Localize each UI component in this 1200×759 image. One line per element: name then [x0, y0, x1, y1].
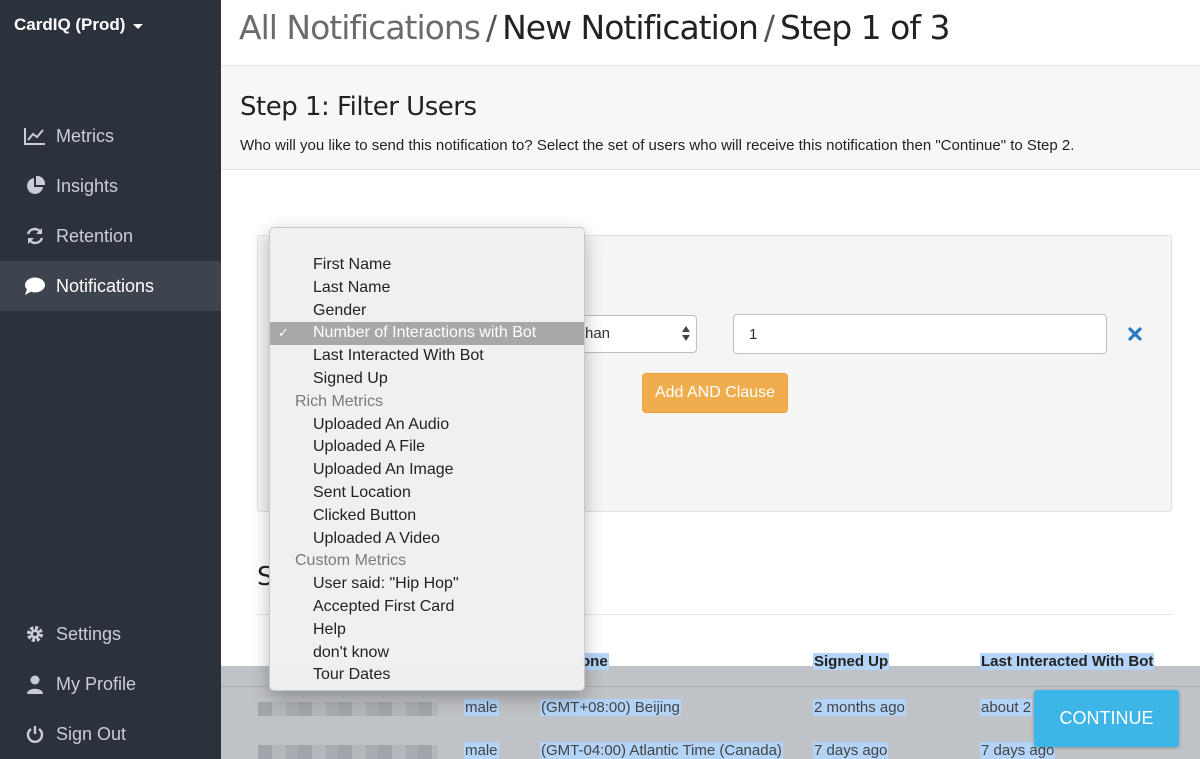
menu-item[interactable]: don't know [270, 642, 584, 665]
redacted-user-name [258, 702, 438, 716]
menu-item-selected[interactable]: ✓ Number of Interactions with Bot [270, 322, 584, 346]
sidebar-item-insights[interactable]: Insights [0, 161, 221, 211]
checkmark-icon: ✓ [278, 325, 289, 341]
menu-item[interactable]: Uploaded A Video [270, 528, 584, 551]
sidebar-nav: Metrics Insights Retention Notifications [0, 111, 221, 311]
breadcrumb-new-notification: New Notification [502, 8, 759, 47]
menu-item[interactable]: First Name [270, 254, 584, 277]
power-icon [24, 723, 46, 745]
sidebar-item-settings[interactable]: Settings [0, 609, 221, 659]
menu-item[interactable]: Clicked Button [270, 505, 584, 528]
menu-item[interactable]: Last Name [270, 277, 584, 300]
column-header-last-interacted[interactable]: Last Interacted With Bot [980, 653, 1155, 670]
sidebar-item-label: Notifications [56, 275, 155, 296]
sidebar: CardIQ (Prod) Metrics Insights Retention [0, 0, 221, 759]
breadcrumb-step: Step 1 of 3 [780, 8, 950, 47]
menu-item[interactable]: Signed Up [270, 368, 584, 391]
cell-signed-up: 7 days ago [813, 742, 889, 759]
menu-group-label: Rich Metrics [295, 392, 384, 410]
cell-gender: male [464, 699, 499, 716]
sidebar-item-label: Sign Out [56, 723, 127, 744]
column-header-signed-up[interactable]: Signed Up [813, 653, 890, 670]
menu-item[interactable]: Gender [270, 300, 584, 323]
org-switcher[interactable]: CardIQ (Prod) [14, 15, 144, 35]
continue-button[interactable]: CONTINUE [1034, 690, 1179, 747]
select-arrows-icon [682, 326, 690, 342]
breadcrumb-separator: / [485, 8, 497, 47]
sidebar-item-my-profile[interactable]: My Profile [0, 659, 221, 709]
close-icon [1128, 327, 1142, 341]
breadcrumb-separator: / [763, 8, 775, 47]
field-dropdown-menu: First Name Last Name Gender ✓ Number of … [269, 227, 585, 691]
menu-item[interactable]: Sent Location [270, 482, 584, 505]
sidebar-item-label: Metrics [56, 125, 114, 146]
sidebar-item-retention[interactable]: Retention [0, 211, 221, 261]
sidebar-item-label: My Profile [56, 673, 137, 694]
gear-icon [24, 623, 46, 645]
sidebar-item-sign-out[interactable]: Sign Out [0, 709, 221, 759]
sidebar-item-notifications[interactable]: Notifications [0, 261, 221, 311]
cell-signed-up: 2 months ago [813, 699, 906, 716]
page-title: Step 1: Filter Users [240, 92, 477, 122]
page-header: All Notifications / New Notification / Step … [221, 0, 1200, 66]
menu-item[interactable]: Uploaded An Image [270, 459, 584, 482]
line-chart-icon [24, 125, 46, 147]
cell-gender: male [464, 742, 499, 759]
refresh-icon [24, 225, 46, 247]
menu-item[interactable]: Uploaded A File [270, 436, 584, 459]
user-icon [24, 673, 46, 695]
sidebar-item-label: Settings [56, 623, 122, 644]
filter-value-input[interactable] [733, 314, 1107, 354]
step-description: Who will you like to send this notificat… [240, 137, 1075, 154]
sidebar-item-label: Insights [56, 175, 119, 196]
sidebar-item-label: Retention [56, 225, 134, 246]
cell-timezone: (GMT+08:00) Beijing [540, 699, 681, 716]
menu-item[interactable]: Help [270, 619, 584, 642]
comment-icon [24, 275, 46, 297]
cell-last-interacted: about 2 [980, 699, 1033, 716]
menu-item[interactable]: Accepted First Card [270, 596, 584, 619]
sidebar-item-metrics[interactable]: Metrics [0, 111, 221, 161]
redacted-user-name [258, 745, 438, 759]
step-header: Step 1: Filter Users Who will you like t… [221, 66, 1200, 170]
menu-group-label: Custom Metrics [295, 552, 407, 570]
caret-down-icon [133, 23, 144, 29]
cell-timezone: (GMT-04:00) Atlantic Time (Canada) [540, 742, 783, 759]
sidebar-bottom-nav: Settings My Profile Sign Out [0, 609, 221, 759]
menu-item[interactable]: Tour Dates [270, 664, 584, 687]
breadcrumb-all-notifications[interactable]: All Notifications [239, 8, 481, 47]
pie-chart-icon [24, 175, 46, 197]
operator-select-value: han [585, 325, 611, 342]
menu-item[interactable]: Uploaded An Audio [270, 414, 584, 437]
org-name: CardIQ (Prod) [14, 15, 126, 34]
breadcrumb: All Notifications / New Notification / Step … [239, 8, 950, 47]
add-and-clause-button[interactable]: Add AND Clause [642, 373, 788, 413]
menu-item[interactable]: Last Interacted With Bot [270, 345, 584, 368]
remove-clause-button[interactable] [1125, 324, 1145, 344]
menu-item[interactable]: User said: "Hip Hop" [270, 573, 584, 596]
